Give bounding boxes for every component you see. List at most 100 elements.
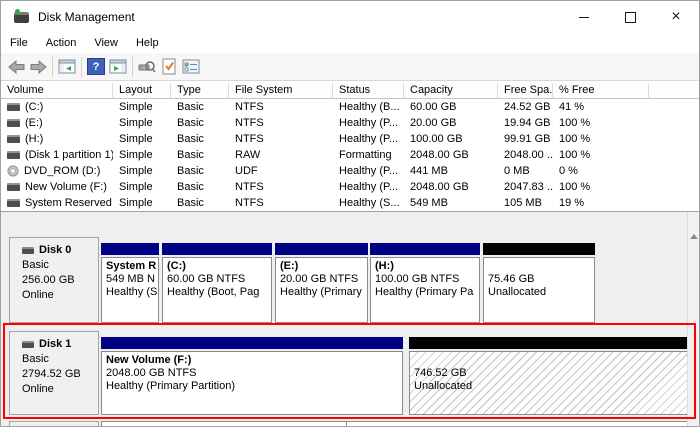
- volume-pct-free: 0 %: [553, 163, 649, 179]
- volume-type: Basic: [171, 99, 229, 115]
- unallocated-region-disk0[interactable]: 75.46 GB Unallocated: [483, 237, 595, 323]
- column-header-file-system[interactable]: File System: [229, 83, 333, 99]
- vertical-scrollbar[interactable]: [687, 212, 699, 426]
- partition-color-band: [370, 243, 480, 255]
- volume-row-c[interactable]: (C:) Simple Basic NTFS Healthy (B... 60.…: [1, 99, 699, 115]
- maximize-button[interactable]: [607, 1, 653, 33]
- menu-action[interactable]: Action: [37, 33, 86, 53]
- disk-size: 256.00 GB: [22, 273, 98, 288]
- volume-name: (E:): [25, 115, 43, 131]
- column-header-capacity[interactable]: Capacity: [404, 83, 498, 99]
- menu-file[interactable]: File: [1, 33, 37, 53]
- show-console-tree-icon: [58, 59, 76, 75]
- minimize-button[interactable]: [561, 1, 607, 33]
- partition-status: Healthy (S: [106, 286, 154, 299]
- menu-help[interactable]: Help: [127, 33, 168, 53]
- volume-fs: NTFS: [229, 115, 333, 131]
- disk-1-row: Disk 1 Basic 2794.52 GB Online New Volum…: [1, 331, 699, 415]
- column-header-volume[interactable]: Volume: [1, 83, 113, 99]
- drive-icon: [7, 183, 20, 191]
- partial-disk-row: [1, 421, 699, 427]
- close-icon: ×: [671, 9, 680, 25]
- partition-status: Healthy (Primary Pa: [375, 286, 475, 299]
- partition-size: 549 MB N: [106, 273, 154, 286]
- volume-capacity: 20.00 GB: [404, 115, 498, 131]
- column-header-filler: [649, 83, 699, 99]
- close-button[interactable]: ×: [653, 1, 699, 33]
- partial-disk-cell[interactable]: [101, 421, 693, 427]
- title-bar: Disk Management ×: [1, 1, 699, 33]
- volume-status: Healthy (P...: [333, 131, 404, 147]
- column-header-type[interactable]: Type: [171, 83, 229, 99]
- volume-layout: Simple: [113, 131, 171, 147]
- volume-layout: Simple: [113, 147, 171, 163]
- drive-icon: [7, 135, 20, 143]
- disk-status: Online: [22, 382, 98, 397]
- partition-name: New Volume (F:): [106, 354, 398, 367]
- drive-icon: [7, 199, 20, 207]
- partition-c[interactable]: (C:) 60.00 GB NTFS Healthy (Boot, Pag: [162, 237, 272, 323]
- back-button[interactable]: [5, 56, 27, 78]
- column-header-pct-free[interactable]: % Free: [553, 83, 649, 99]
- back-icon: [8, 60, 25, 74]
- partition-e[interactable]: (E:) 20.00 GB NTFS Healthy (Primary: [275, 237, 368, 323]
- menu-bar: File Action View Help: [1, 33, 699, 53]
- partial-disk-label-panel[interactable]: [9, 421, 99, 427]
- volume-capacity: 549 MB: [404, 195, 498, 211]
- volume-status: Healthy (P...: [333, 179, 404, 195]
- volume-free: 105 MB: [498, 195, 553, 211]
- check-document-button[interactable]: [158, 56, 180, 78]
- unallocated-label: Unallocated: [488, 286, 590, 299]
- volume-name: System Reserved: [25, 195, 112, 211]
- volume-row-dvd-rom[interactable]: DVD_ROM (D:) Simple Basic UDF Healthy (P…: [1, 163, 699, 179]
- volume-capacity: 441 MB: [404, 163, 498, 179]
- show-action-pane-button[interactable]: [107, 56, 129, 78]
- volume-free: 99.91 GB: [498, 131, 553, 147]
- volume-capacity: 100.00 GB: [404, 131, 498, 147]
- volume-layout: Simple: [113, 163, 171, 179]
- volume-row-new-volume-f[interactable]: New Volume (F:) Simple Basic NTFS Health…: [1, 179, 699, 195]
- disk-0-label-panel[interactable]: Disk 0 Basic 256.00 GB Online: [9, 237, 99, 323]
- partition-h[interactable]: (H:) 100.00 GB NTFS Healthy (Primary Pa: [370, 237, 480, 323]
- disk-type: Basic: [22, 352, 98, 367]
- forward-button[interactable]: [27, 56, 49, 78]
- rescan-disks-button[interactable]: [136, 56, 158, 78]
- properties-button[interactable]: [180, 56, 202, 78]
- volume-capacity: 2048.00 GB: [404, 147, 498, 163]
- check-document-icon: [161, 58, 177, 75]
- partition-system-reserved[interactable]: System R 549 MB N Healthy (S: [101, 237, 159, 323]
- volume-type: Basic: [171, 131, 229, 147]
- unallocated-region-disk1[interactable]: 746.52 GB Unallocated: [409, 331, 688, 415]
- volume-row-system-reserved[interactable]: System Reserved Simple Basic NTFS Health…: [1, 195, 699, 211]
- partition-new-volume-f[interactable]: New Volume (F:) 2048.00 GB NTFS Healthy …: [101, 331, 403, 415]
- disk-icon: [22, 341, 34, 348]
- volume-row-h[interactable]: (H:) Simple Basic NTFS Healthy (P... 100…: [1, 131, 699, 147]
- properties-icon: [182, 59, 200, 75]
- show-console-tree-button[interactable]: [56, 56, 78, 78]
- partition-color-band: [162, 243, 272, 255]
- column-header-free-space[interactable]: Free Spa...: [498, 83, 553, 99]
- maximize-icon: [625, 12, 636, 23]
- volume-list-pane: Volume Layout Type File System Status Ca…: [1, 83, 699, 212]
- disk-1-label-panel[interactable]: Disk 1 Basic 2794.52 GB Online: [9, 331, 99, 415]
- partition-status: Healthy (Boot, Pag: [167, 286, 267, 299]
- help-button[interactable]: ?: [85, 56, 107, 78]
- help-icon: ?: [87, 58, 105, 75]
- volume-row-e[interactable]: (E:) Simple Basic NTFS Healthy (P... 20.…: [1, 115, 699, 131]
- menu-view[interactable]: View: [85, 33, 127, 53]
- volume-pct-free: 100 %: [553, 147, 649, 163]
- window-title: Disk Management: [38, 10, 135, 24]
- partition-name: (H:): [375, 260, 475, 273]
- partial-cell-divider: [346, 422, 347, 427]
- forward-icon: [30, 60, 47, 74]
- volume-status: Healthy (P...: [333, 163, 404, 179]
- scroll-up-icon: [690, 234, 698, 239]
- volume-fs: NTFS: [229, 195, 333, 211]
- volume-list-header: Volume Layout Type File System Status Ca…: [1, 83, 699, 99]
- volume-pct-free: 19 %: [553, 195, 649, 211]
- column-header-status[interactable]: Status: [333, 83, 404, 99]
- volume-row-disk1-partition1[interactable]: (Disk 1 partition 1) Simple Basic RAW Fo…: [1, 147, 699, 163]
- column-header-layout[interactable]: Layout: [113, 83, 171, 99]
- partition-size: 2048.00 GB NTFS: [106, 367, 398, 380]
- partition-size: 100.00 GB NTFS: [375, 273, 475, 286]
